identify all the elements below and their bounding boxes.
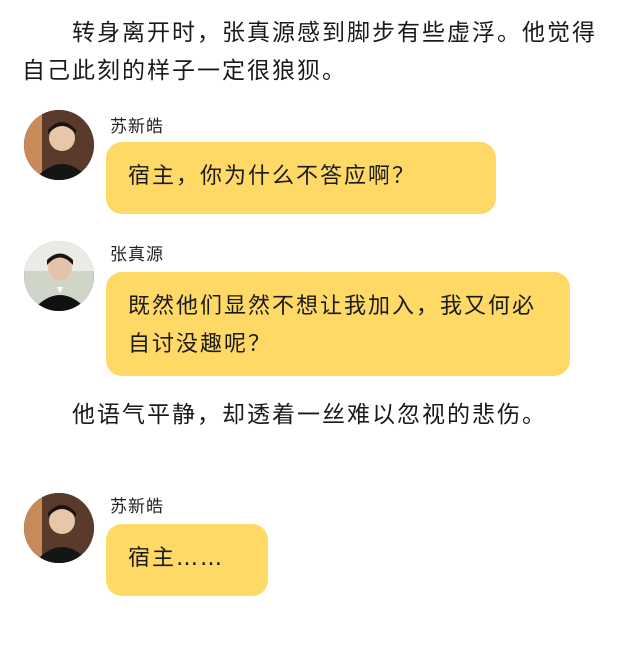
person-avatar-icon: [24, 493, 94, 563]
avatar-zhang-zhenyuan[interactable]: [24, 241, 94, 311]
narration-paragraph: 他语气平静，却透着一丝难以忽视的悲伤。: [22, 402, 547, 428]
avatar-su-xinhao[interactable]: [24, 110, 94, 180]
narration-paragraph: 转身离开时，张真源感到脚步有些虚浮。他觉得自己此刻的样子一定很狼狈。: [22, 20, 597, 84]
chat-bubble: 既然他们显然不想让我加入，我又何必自讨没趣呢？: [106, 272, 570, 376]
avatar-su-xinhao[interactable]: [24, 493, 94, 563]
chat-bubble: 宿主……: [106, 524, 268, 596]
person-avatar-icon: [24, 241, 94, 311]
sender-name: 苏新皓: [110, 117, 164, 137]
sender-name: 苏新皓: [110, 497, 164, 517]
chat-bubble: 宿主，你为什么不答应啊？: [106, 142, 496, 214]
sender-name: 张真源: [110, 245, 164, 265]
person-avatar-icon: [24, 110, 94, 180]
